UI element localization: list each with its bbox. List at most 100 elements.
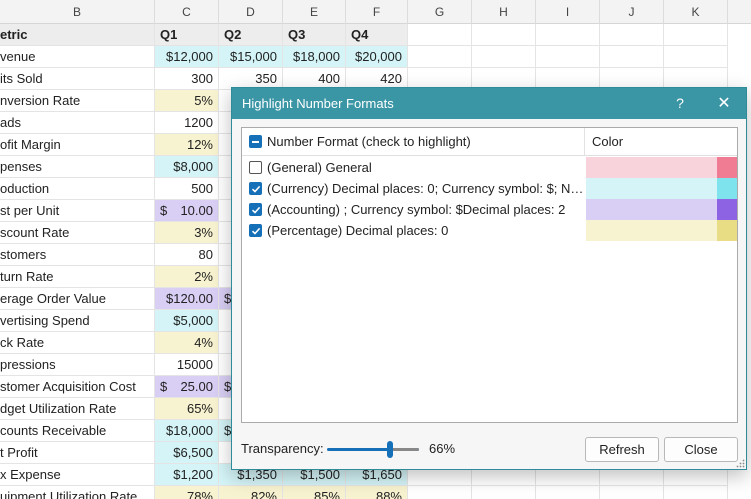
value-cell-q1[interactable]: 78% — [155, 486, 219, 499]
value-cell-q1[interactable]: $6,500 — [155, 442, 219, 464]
value-cell-q1[interactable]: 500 — [155, 178, 219, 200]
value-cell-q1[interactable]: 65% — [155, 398, 219, 420]
metric-label-cell[interactable]: st per Unit — [0, 200, 155, 222]
empty-cell[interactable] — [536, 24, 600, 46]
metric-label-cell[interactable]: counts Receivable — [0, 420, 155, 442]
metric-label-cell[interactable]: stomer Acquisition Cost — [0, 376, 155, 398]
empty-cell[interactable] — [408, 486, 472, 499]
value-cell-q1[interactable]: $18,000 — [155, 420, 219, 442]
format-checkbox[interactable] — [249, 161, 262, 174]
value-cell-q1[interactable]: 5% — [155, 90, 219, 112]
value-cell-q1[interactable]: 300 — [155, 68, 219, 90]
dialog-titlebar[interactable]: Highlight Number Formats ? ✕ — [232, 88, 746, 119]
empty-cell[interactable] — [536, 46, 600, 68]
metric-label-cell[interactable]: pressions — [0, 354, 155, 376]
color-swatch[interactable] — [586, 220, 717, 241]
column-header-e[interactable]: E — [283, 0, 346, 24]
column-header-k[interactable]: K — [664, 0, 728, 24]
format-list[interactable]: Number Format (check to highlight) Color… — [241, 127, 738, 423]
empty-cell[interactable] — [600, 46, 664, 68]
format-row[interactable]: (Accounting) ; Currency symbol: $Decimal… — [242, 199, 737, 220]
metric-label-cell[interactable]: turn Rate — [0, 266, 155, 288]
column-header-j[interactable]: J — [600, 0, 664, 24]
metric-label-cell[interactable]: dget Utilization Rate — [0, 398, 155, 420]
resize-grip-icon[interactable] — [736, 459, 745, 468]
value-cell-q2[interactable]: $15,000 — [219, 46, 283, 68]
value-cell-q2[interactable]: 82% — [219, 486, 283, 499]
value-cell-q1[interactable]: 80 — [155, 244, 219, 266]
metric-label-cell[interactable]: ads — [0, 112, 155, 134]
column-header-b[interactable]: B — [0, 0, 155, 24]
format-row[interactable]: (Currency) Decimal places: 0; Currency s… — [242, 178, 737, 199]
column-header-g[interactable]: G — [408, 0, 472, 24]
value-cell-q3[interactable]: 85% — [283, 486, 346, 499]
value-cell-q1[interactable]: 1200 — [155, 112, 219, 134]
metric-label-cell[interactable]: penses — [0, 156, 155, 178]
empty-cell[interactable] — [600, 486, 664, 499]
value-cell-q1[interactable]: $8,000 — [155, 156, 219, 178]
value-cell-q1[interactable]: $10.00 — [155, 200, 219, 222]
format-row[interactable]: (General) General — [242, 157, 737, 178]
color-swatch[interactable] — [586, 178, 717, 199]
value-cell-q1[interactable]: $25.00 — [155, 376, 219, 398]
header-cell-q4[interactable]: Q4 — [346, 24, 408, 46]
metric-label-cell[interactable]: stomers — [0, 244, 155, 266]
header-cell-q1[interactable]: Q1 — [155, 24, 219, 46]
format-checkbox[interactable] — [249, 224, 262, 237]
format-checkbox[interactable] — [249, 203, 262, 216]
close-button[interactable]: Close — [664, 437, 738, 462]
metric-label-cell[interactable]: oduction — [0, 178, 155, 200]
format-checkbox[interactable] — [249, 182, 262, 195]
value-cell-q1[interactable]: $5,000 — [155, 310, 219, 332]
value-cell-q1[interactable]: 2% — [155, 266, 219, 288]
metric-label-cell[interactable]: nversion Rate — [0, 90, 155, 112]
empty-cell[interactable] — [408, 46, 472, 68]
transparency-slider-thumb[interactable] — [387, 441, 393, 458]
value-cell-q4[interactable]: $20,000 — [346, 46, 408, 68]
column-header-f[interactable]: F — [346, 0, 408, 24]
value-cell-q1[interactable]: $1,200 — [155, 464, 219, 486]
metric-label-cell[interactable]: ofit Margin — [0, 134, 155, 156]
value-cell-q1[interactable]: 12% — [155, 134, 219, 156]
value-cell-q3[interactable]: $18,000 — [283, 46, 346, 68]
format-row[interactable]: (Percentage) Decimal places: 0 — [242, 220, 737, 241]
metric-label-cell[interactable]: its Sold — [0, 68, 155, 90]
header-cell-q3[interactable]: Q3 — [283, 24, 346, 46]
column-header-d[interactable]: D — [219, 0, 283, 24]
empty-cell[interactable] — [472, 24, 536, 46]
empty-cell[interactable] — [664, 24, 728, 46]
metric-label-cell[interactable]: ck Rate — [0, 332, 155, 354]
empty-cell[interactable] — [472, 46, 536, 68]
column-header-c[interactable]: C — [155, 0, 219, 24]
transparency-slider-rest[interactable] — [390, 448, 419, 451]
metric-label-cell[interactable]: scount Rate — [0, 222, 155, 244]
empty-cell[interactable] — [600, 24, 664, 46]
color-picker-swatch[interactable] — [717, 157, 737, 178]
value-cell-q1[interactable]: 3% — [155, 222, 219, 244]
metric-label-cell[interactable]: vertising Spend — [0, 310, 155, 332]
color-swatch[interactable] — [586, 157, 717, 178]
metric-label-cell[interactable]: x Expense — [0, 464, 155, 486]
close-icon[interactable]: ✕ — [712, 88, 736, 119]
refresh-button[interactable]: Refresh — [585, 437, 659, 462]
header-cell-metric[interactable]: etric — [0, 24, 155, 46]
empty-cell[interactable] — [536, 486, 600, 499]
select-all-checkbox[interactable] — [249, 135, 262, 148]
metric-label-cell[interactable]: erage Order Value — [0, 288, 155, 310]
format-column-header[interactable]: Number Format (check to highlight) — [242, 128, 585, 156]
empty-cell[interactable] — [472, 486, 536, 499]
value-cell-q1[interactable]: 15000 — [155, 354, 219, 376]
value-cell-q1[interactable]: $120.00 — [155, 288, 219, 310]
value-cell-q1[interactable]: 4% — [155, 332, 219, 354]
empty-cell[interactable] — [664, 486, 728, 499]
column-header-i[interactable]: I — [536, 0, 600, 24]
value-cell-q1[interactable]: $12,000 — [155, 46, 219, 68]
empty-cell[interactable] — [664, 46, 728, 68]
color-picker-swatch[interactable] — [717, 220, 737, 241]
value-cell-q4[interactable]: 88% — [346, 486, 408, 499]
metric-label-cell[interactable]: venue — [0, 46, 155, 68]
header-cell-q2[interactable]: Q2 — [219, 24, 283, 46]
metric-label-cell[interactable]: t Profit — [0, 442, 155, 464]
empty-cell[interactable] — [408, 24, 472, 46]
color-picker-swatch[interactable] — [717, 178, 737, 199]
